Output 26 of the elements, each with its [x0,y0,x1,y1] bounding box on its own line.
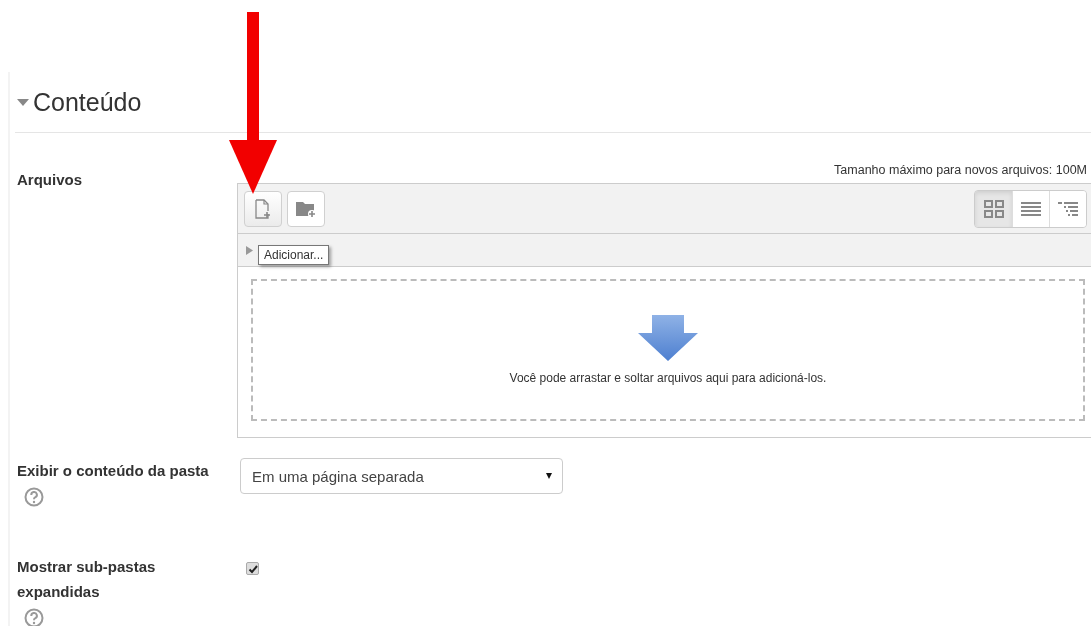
create-folder-button[interactable] [287,190,325,227]
drop-hint: Você pode arrastar e soltar arquivos aqui para adicioná-los. [509,371,827,385]
section-title[interactable]: Conteúdo [33,87,142,117]
tree-icon [1058,200,1078,217]
folder-plus-icon [295,199,317,218]
caret-down-icon[interactable] [17,99,29,107]
view-button[interactable] [1012,190,1049,227]
caret-right-icon [246,245,253,255]
max-size-note: Tamanho máximo para novos arquivos: 100M [833,163,1087,179]
dropdown-caret-icon [546,473,552,479]
grid-icon [983,199,1004,218]
drop-zone[interactable]: Você pode arrastar e soltar arquivos aqui para adicioná-los. [251,279,1085,421]
view-button[interactable] [1049,190,1086,227]
display-select[interactable]: Em uma página separada [240,458,563,494]
tooltip: Adicionar... [258,245,330,265]
help-icon[interactable] [24,487,44,507]
down-arrow-icon [638,315,698,361]
field-label: Arquivos [17,170,82,190]
field-label: Exibir o conteúdo da pasta [17,461,209,481]
list-icon [1021,200,1041,217]
field-label: Mostrar sub-pastas expandidas [17,557,157,602]
add-file-button[interactable] [244,190,282,227]
checkbox[interactable] [246,562,259,575]
add-file-icon [254,198,272,219]
help-icon[interactable] [24,608,44,626]
view-button[interactable] [975,190,1012,227]
